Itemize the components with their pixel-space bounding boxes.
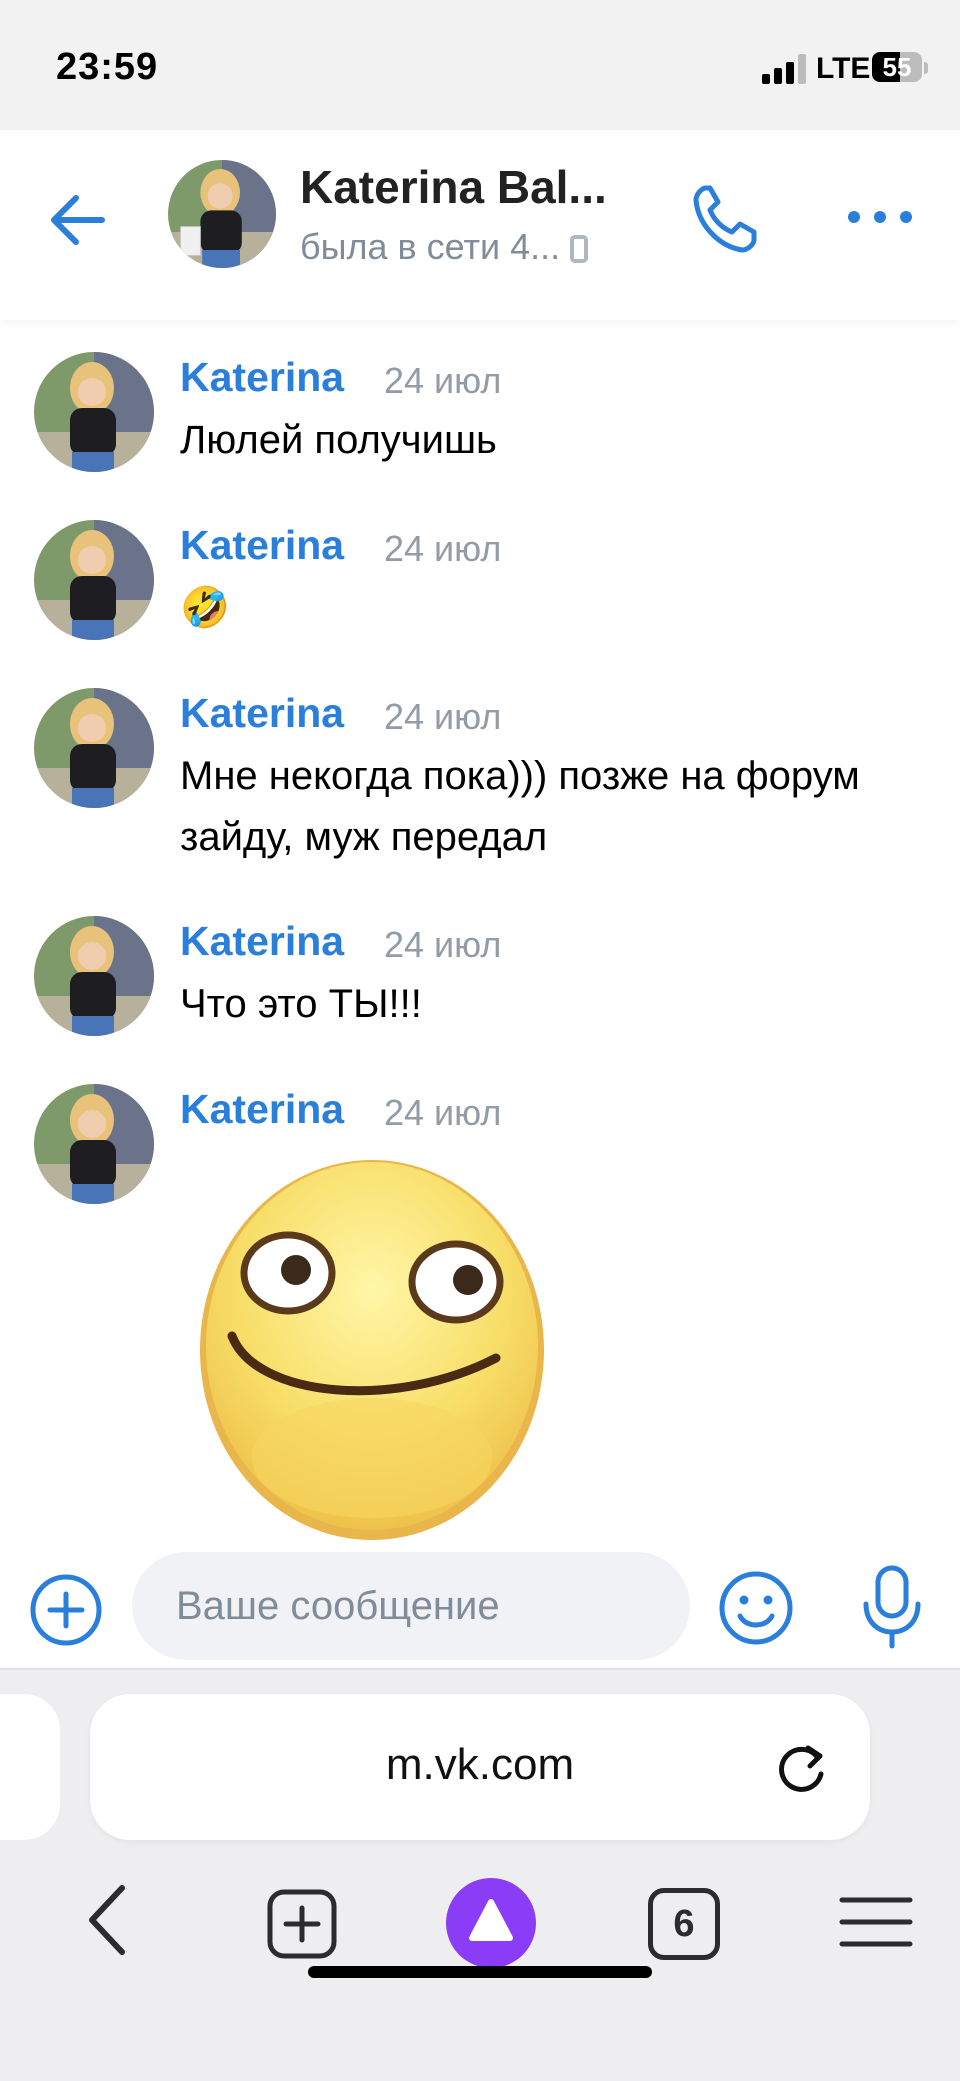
signal-icon (762, 54, 806, 84)
message-text: Что это ТЫ!!! (180, 982, 422, 1026)
network-type: LTE (816, 52, 871, 85)
message-date: 24 июл (384, 696, 502, 737)
new-tab-button[interactable] (266, 1888, 338, 1960)
hamburger-menu-icon (839, 1897, 913, 1947)
avatar-photo (34, 688, 154, 808)
avatar-photo (34, 352, 154, 472)
tabs-counter-button[interactable]: 6 (648, 1888, 720, 1960)
status-bar: 23:59 LTE 55 (0, 0, 960, 130)
browser-back-button[interactable] (82, 1880, 134, 1960)
message-emoji: 🤣 (180, 586, 230, 630)
chevron-left-icon (89, 1885, 125, 1955)
message-author[interactable]: Katerina (180, 918, 344, 965)
call-button[interactable] (690, 180, 762, 256)
smile-icon (719, 1571, 793, 1645)
voice-message-button[interactable] (856, 1562, 928, 1652)
message-author[interactable]: Katerina (180, 1086, 344, 1133)
avatar[interactable] (34, 916, 154, 1036)
more-button[interactable] (840, 202, 920, 232)
arrow-left-icon (51, 195, 105, 245)
emoji-button[interactable] (716, 1568, 796, 1648)
battery-tip (924, 62, 928, 74)
microphone-icon (863, 1565, 921, 1649)
sticker[interactable] (196, 1158, 548, 1548)
online-status-text: была в сети 4... (300, 226, 561, 267)
reload-icon (779, 1745, 824, 1792)
plus-circle-icon (30, 1574, 102, 1646)
back-button[interactable] (40, 182, 116, 258)
message-text: Люлей получишь (180, 418, 497, 462)
message-date: 24 июл (384, 924, 502, 965)
avatar-photo (34, 916, 154, 1036)
message-input[interactable] (132, 1552, 690, 1660)
more-dots-icon (848, 211, 912, 223)
message-author[interactable]: Katerina (180, 354, 344, 401)
contact-name[interactable]: Katerina Bal... (300, 160, 607, 214)
message-date: 24 июл (384, 360, 502, 401)
message-date: 24 июл (384, 528, 502, 569)
avatar[interactable] (34, 1084, 154, 1204)
message-date: 24 июл (384, 1092, 502, 1133)
browser-menu-button[interactable] (838, 1894, 914, 1950)
plus-square-icon (267, 1889, 337, 1959)
avatar-photo (34, 1084, 154, 1204)
avatar[interactable] (34, 688, 154, 808)
alice-icon (446, 1878, 536, 1968)
mobile-device-icon (570, 235, 589, 263)
browser-toolbar: m.vk.com 6 (0, 1668, 960, 2081)
avatar[interactable] (168, 160, 276, 268)
alice-assistant-button[interactable] (446, 1878, 536, 1968)
battery-level: 55 (882, 52, 912, 82)
reload-button[interactable] (770, 1736, 832, 1798)
chat-header: Katerina Bal... была в сети 4... (0, 130, 960, 320)
avatar[interactable] (34, 352, 154, 472)
avatar[interactable] (34, 520, 154, 640)
avatar-photo (168, 160, 276, 268)
previous-tab-card[interactable] (0, 1694, 60, 1840)
status-time: 23:59 (56, 46, 159, 88)
attach-button[interactable] (28, 1572, 104, 1648)
avatar-photo (34, 520, 154, 640)
message-author[interactable]: Katerina (180, 690, 344, 737)
message-author[interactable]: Katerina (180, 522, 344, 569)
home-indicator[interactable] (308, 1966, 652, 1978)
url-text[interactable]: m.vk.com (90, 1740, 870, 1790)
message-text: Мне некогда пока))) позже на форум зайду… (180, 754, 860, 859)
smiley-sticker (200, 1160, 544, 1540)
address-bar[interactable]: m.vk.com (90, 1694, 870, 1840)
battery-icon: 55 (872, 52, 922, 82)
online-status: была в сети 4... (300, 226, 589, 268)
phone-icon (693, 185, 757, 253)
message-composer (0, 1540, 960, 1668)
